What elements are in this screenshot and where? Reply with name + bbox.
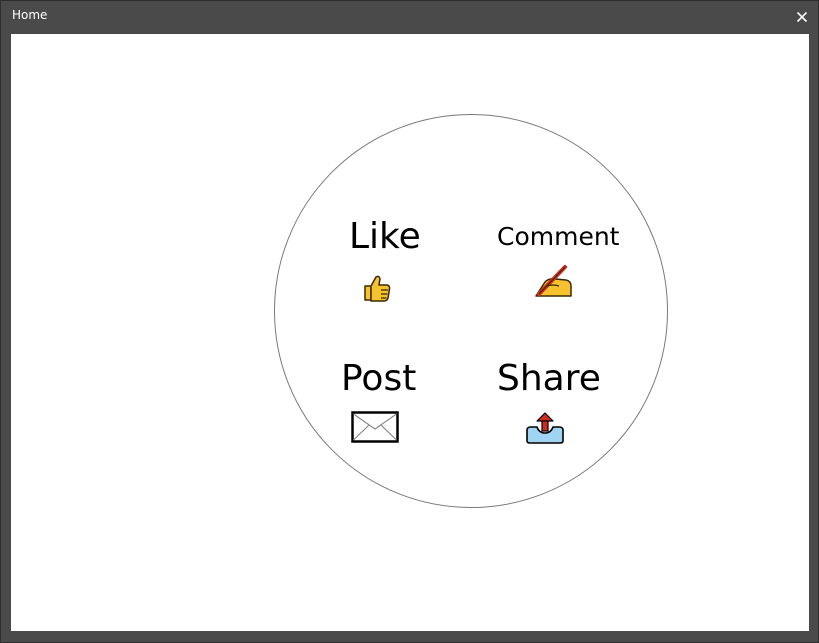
- post-label: Post: [341, 358, 417, 399]
- comment-button[interactable]: Comment: [495, 218, 625, 308]
- app-window: Home Like Comment Post Share: [0, 0, 819, 643]
- title-bar[interactable]: Home: [1, 1, 818, 33]
- close-button[interactable]: [792, 7, 812, 27]
- post-button[interactable]: Post: [337, 358, 437, 448]
- outbox-tray-icon: [526, 412, 564, 444]
- window-title: Home: [12, 8, 48, 22]
- writing-hand-icon: [535, 265, 572, 297]
- close-icon: [796, 11, 808, 23]
- share-label: Share: [497, 358, 601, 399]
- comment-label: Comment: [497, 222, 620, 251]
- thumbs-up-icon: [364, 275, 391, 302]
- like-button[interactable]: Like: [341, 216, 431, 308]
- main-content: Like Comment Post Share: [11, 34, 809, 631]
- like-label: Like: [349, 216, 421, 257]
- envelope-icon: [351, 411, 399, 443]
- share-button[interactable]: Share: [495, 358, 615, 448]
- radial-menu: [274, 114, 668, 508]
